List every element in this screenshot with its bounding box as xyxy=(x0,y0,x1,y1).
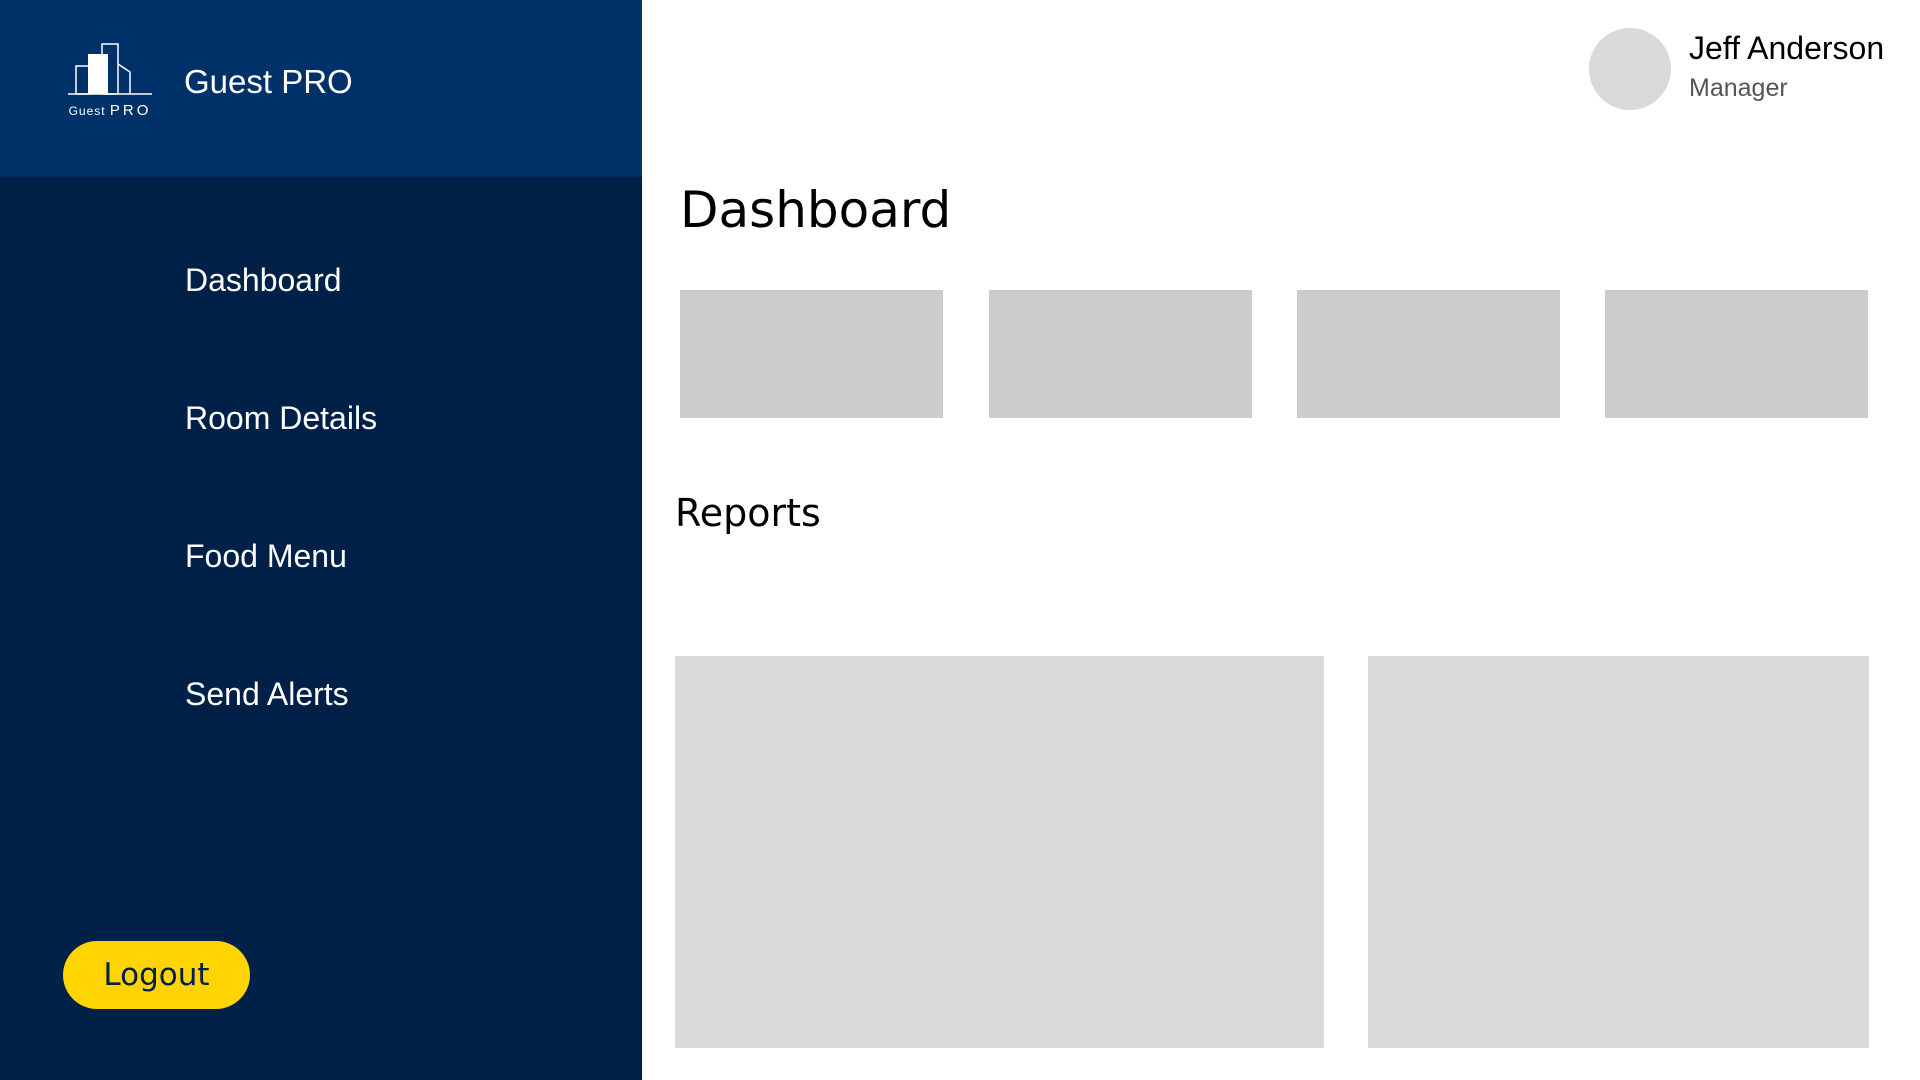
avatar[interactable] xyxy=(1589,28,1671,110)
sidebar-item-food-menu[interactable]: Food Menu xyxy=(185,536,347,576)
logout-button[interactable]: Logout xyxy=(63,941,250,1009)
stat-card[interactable] xyxy=(680,290,943,418)
building-logo-icon: Guest PRO xyxy=(66,40,154,120)
building-logo-graphic xyxy=(68,43,152,95)
user-name: Jeff Anderson xyxy=(1689,30,1885,66)
app-page: Guest PRO Guest PRO Dashboard Room Detai… xyxy=(0,0,1920,1080)
report-panel[interactable] xyxy=(675,656,1324,1048)
stat-card[interactable] xyxy=(1605,290,1868,418)
user-role: Manager xyxy=(1689,74,1788,102)
report-panel[interactable] xyxy=(1368,656,1869,1048)
sidebar-item-dashboard[interactable]: Dashboard xyxy=(185,260,342,300)
logo-caption: Guest PRO xyxy=(66,102,154,119)
sidebar-item-room-details[interactable]: Room Details xyxy=(185,398,377,438)
logo-caption-small: Guest xyxy=(68,104,106,118)
sidebar-item-send-alerts[interactable]: Send Alerts xyxy=(185,674,349,714)
logo-caption-big: PRO xyxy=(109,102,152,119)
page-title: Dashboard xyxy=(680,181,952,239)
reports-title: Reports xyxy=(675,491,821,535)
brand-name: Guest PRO xyxy=(184,63,353,100)
brand-header: Guest PRO Guest PRO xyxy=(0,0,642,177)
stat-card[interactable] xyxy=(989,290,1252,418)
sidebar: Guest PRO Guest PRO Dashboard Room Detai… xyxy=(0,0,642,1080)
stat-card[interactable] xyxy=(1297,290,1560,418)
